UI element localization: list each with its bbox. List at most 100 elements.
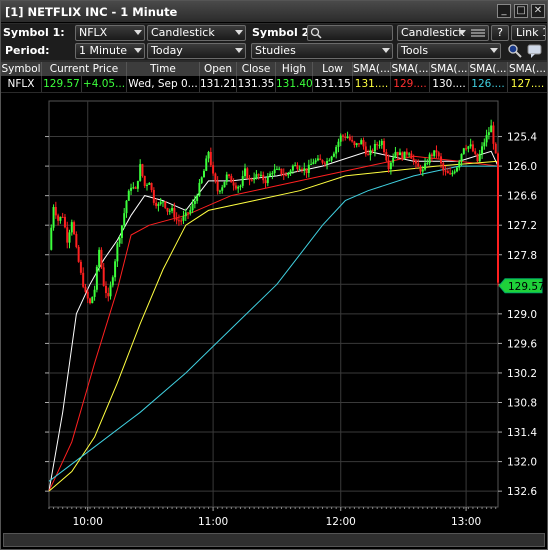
candle-body (66, 227, 69, 243)
candle-body (141, 164, 144, 176)
candle-body (95, 266, 98, 290)
candle-body (433, 150, 436, 157)
candle-body (230, 176, 233, 183)
candle-body (221, 187, 224, 191)
minimize-button[interactable]: _ (497, 4, 511, 18)
moving-average-line (48, 160, 499, 492)
close-button[interactable]: ✕ (531, 4, 545, 18)
range-select[interactable]: Today (147, 43, 246, 59)
x-tick-label: 11:00 (198, 516, 228, 528)
symbol1-input[interactable]: NFLX (75, 25, 145, 41)
chevron-down-icon (490, 48, 498, 53)
zoom-icon[interactable] (507, 43, 523, 59)
candle-body (455, 167, 458, 172)
chart-type-select[interactable]: Candlestick (147, 25, 246, 41)
candle-body (362, 140, 365, 147)
candle-body (355, 143, 358, 146)
candle-body (467, 146, 470, 149)
col-time-header[interactable]: Time (127, 62, 200, 76)
candle-body (348, 136, 351, 140)
quote-row[interactable]: NFLX 129.57 +4.05... Wed, Sep 0... 131.2… (1, 76, 547, 92)
candle-body (175, 217, 178, 221)
candle-body (405, 151, 408, 155)
help-button[interactable]: ? (491, 25, 509, 41)
candle-body (127, 190, 130, 201)
y-tick-label: 130.8 (507, 398, 537, 410)
chart-scrollbar[interactable] (3, 533, 545, 547)
maximize-button[interactable]: □ (514, 4, 528, 18)
col-close-header[interactable]: Close (237, 62, 276, 76)
candle-body (264, 180, 267, 184)
col-sma1-header[interactable]: SMA(... (353, 62, 391, 76)
col-sma2-header[interactable]: SMA(... (391, 62, 430, 76)
candle-body (389, 162, 392, 170)
candle-body (146, 184, 149, 186)
candle-body (319, 158, 322, 161)
search-icon (310, 27, 322, 39)
link-button[interactable]: Link 1 (511, 25, 546, 41)
candle-body (357, 143, 360, 145)
col-sma3-header[interactable]: SMA(... (430, 62, 469, 76)
candle-body (207, 151, 210, 159)
candle-body (52, 207, 55, 228)
candle-body (70, 222, 73, 233)
y-tick-label: 127.2 (507, 220, 537, 232)
candle-body (75, 234, 78, 247)
candle-body (180, 220, 183, 222)
studies-select[interactable]: Studies (251, 43, 393, 59)
cell-low: 131.15 (313, 76, 353, 92)
candle-body (184, 212, 187, 217)
candle-body (483, 142, 486, 147)
chart-area[interactable]: 132.6132.0131.4130.8130.2129.6129.0128.4… (1, 93, 547, 549)
col-sma5-header[interactable]: SMA(... (508, 62, 547, 76)
y-tick-label: 132.0 (507, 457, 537, 469)
candle-body (412, 158, 415, 161)
candle-body (417, 163, 420, 167)
period-select[interactable]: 1 Minute (75, 43, 145, 59)
col-low-header[interactable]: Low (313, 62, 353, 76)
candle-body (82, 272, 85, 287)
candle-body (424, 163, 427, 170)
candle-body (344, 136, 347, 138)
moving-average-line (48, 155, 499, 492)
candle-body (275, 168, 278, 170)
candle-body (494, 143, 497, 154)
col-symbol-header[interactable]: Symbol (1, 62, 42, 76)
chat-icon[interactable] (527, 43, 545, 59)
chart-type2-select[interactable]: Candlestick (397, 25, 489, 41)
col-high-header[interactable]: High (276, 62, 313, 76)
candle-body (63, 216, 66, 228)
moving-average-line (48, 165, 498, 482)
candle-body (68, 232, 71, 243)
candle-body (326, 160, 329, 164)
candle-body (321, 160, 324, 163)
candle-body (421, 169, 424, 172)
tools-select[interactable]: Tools (397, 43, 501, 59)
candle-body (453, 171, 456, 173)
candle-body (225, 174, 228, 182)
x-tick-label: 12:00 (326, 516, 356, 528)
candle-body (469, 144, 472, 147)
y-tick-label: 130.2 (507, 368, 537, 380)
candle-body (316, 158, 319, 161)
candle-body (89, 298, 92, 304)
candle-body (168, 210, 171, 212)
candle-body (57, 215, 60, 221)
symbol2-input[interactable] (307, 25, 393, 41)
candle-body (380, 140, 383, 146)
candle-body (109, 285, 112, 297)
candle-body (305, 168, 308, 173)
symbol1-label: Symbol 1: (3, 26, 65, 39)
candle-body (91, 296, 94, 304)
col-sma4-header[interactable]: SMA(... (469, 62, 508, 76)
candle-body (234, 185, 237, 189)
col-open-header[interactable]: Open (200, 62, 237, 76)
price-chart[interactable]: 132.6132.0131.4130.8130.2129.6129.0128.4… (1, 93, 547, 533)
candle-body (492, 125, 495, 144)
candle-body (173, 208, 176, 218)
col-price-header[interactable]: Current Price (42, 62, 127, 76)
candle-body (73, 222, 76, 235)
candle-body (218, 190, 221, 192)
candle-body (339, 135, 342, 142)
candle-body (376, 144, 379, 146)
